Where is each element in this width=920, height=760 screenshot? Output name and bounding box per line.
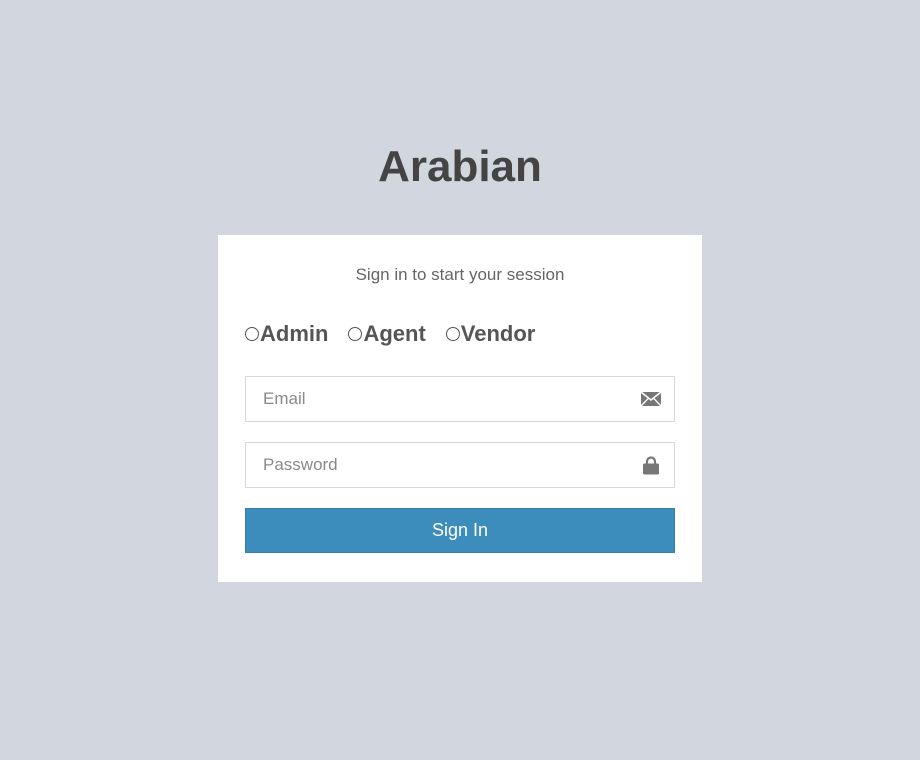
lock-icon [640,455,662,475]
agent-radio[interactable] [348,327,363,341]
role-option-agent[interactable]: Agent [348,321,426,347]
login-box: Sign in to start your session Admin Agen… [218,235,702,582]
agent-radio-label[interactable]: Agent [363,321,425,347]
admin-radio-label[interactable]: Admin [260,321,328,347]
vendor-radio-label[interactable]: Vendor [461,321,536,347]
email-input[interactable] [246,377,626,421]
email-field-group [245,376,675,422]
vendor-radio[interactable] [445,327,460,341]
role-radio-group: Admin Agent Vendor [245,320,555,348]
password-input[interactable] [246,443,626,487]
password-field-group [245,442,675,488]
role-option-admin[interactable]: Admin [245,321,328,347]
sign-in-button[interactable]: Sign In [245,508,675,553]
logo-title: Arabian [378,142,542,191]
role-option-vendor[interactable]: Vendor [445,321,536,347]
login-box-message: Sign in to start your session [355,265,565,284]
envelope-icon [640,389,662,409]
admin-radio[interactable] [245,327,259,341]
